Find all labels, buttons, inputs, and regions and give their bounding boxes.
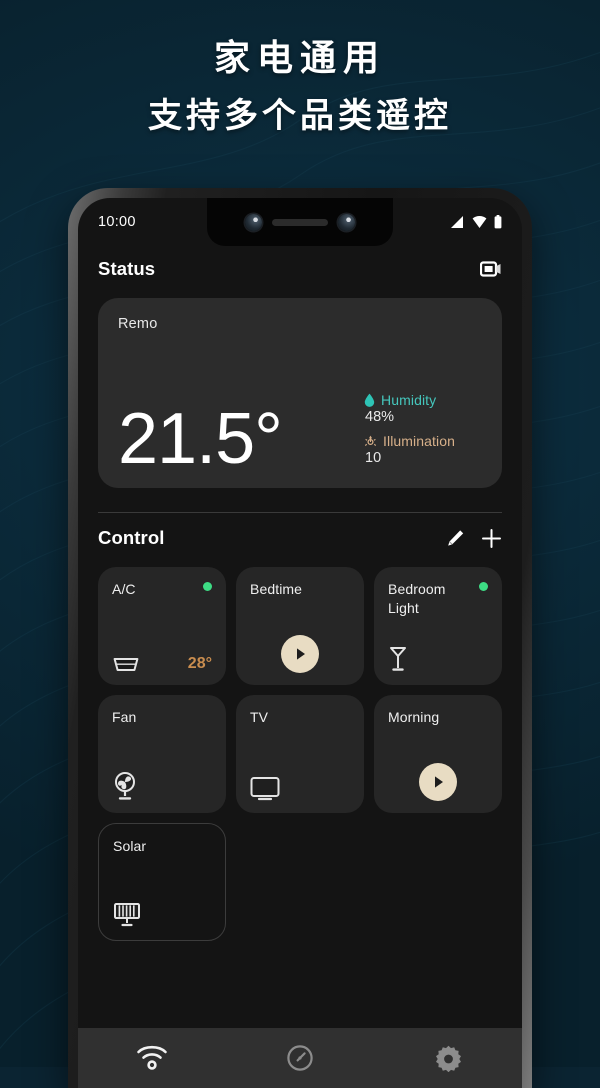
sun-brightness-icon [364, 435, 377, 446]
status-card-metrics: Humidity 48% Illumination 10 [364, 392, 484, 472]
gauge-icon [287, 1045, 313, 1071]
status-dot-on [203, 582, 212, 591]
control-tile-tv[interactable]: TV [236, 695, 364, 813]
control-tile-ac[interactable]: A/C 28° [98, 567, 226, 685]
status-card[interactable]: Remo 21.5° Humidity 48% Illumination 10 [98, 298, 502, 488]
section-divider [98, 512, 502, 513]
battery-icon [494, 215, 502, 229]
system-indicators [450, 215, 502, 229]
wifi-remote-icon [137, 1045, 167, 1070]
control-section-title: Control [98, 527, 165, 548]
control-tile-footer [374, 763, 502, 801]
water-drop-icon [364, 393, 375, 407]
promo-headline-line2: 支持多个品类遥控 [148, 96, 452, 136]
gear-icon [435, 1045, 461, 1072]
control-tile-label: Fan [112, 709, 137, 725]
control-tile-label: A/C [112, 581, 136, 597]
control-tile-label: Bedroom Light [388, 581, 446, 616]
control-tile-label: TV [250, 709, 269, 725]
control-tiles-grid: A/C 28° Bedtime Bedroom Light Fan TV Mor… [98, 567, 502, 941]
control-tile-footer [250, 776, 350, 801]
metric-humidity-label: Humidity [381, 392, 437, 408]
nav-sensor-tab[interactable] [255, 1036, 345, 1080]
control-tile-bedroom-light[interactable]: Bedroom Light [374, 567, 502, 685]
metric-illumination: Illumination 10 [364, 433, 484, 466]
status-section-title: Status [98, 258, 156, 279]
control-tile-temp: 28° [187, 655, 212, 672]
system-status-bar: 10:00 [78, 198, 522, 246]
phone-screen: 10:00 Status Remo 21.5° Humidity 48% Ill… [78, 198, 522, 1088]
metric-illumination-value: 10 [365, 450, 382, 466]
solar-panel-icon [114, 903, 140, 927]
pencil-icon[interactable] [446, 529, 465, 548]
app-content: Status Remo 21.5° Humidity 48% Illuminat… [78, 246, 522, 941]
control-tile-footer [388, 645, 488, 673]
nav-remote-tab[interactable] [107, 1036, 197, 1080]
temperature-value: 21.5° [118, 398, 283, 479]
promo-headline-line1: 家电通用 [213, 38, 386, 79]
remo-device-icon[interactable] [480, 260, 502, 278]
control-tile-label: Morning [388, 709, 440, 725]
fan-icon [115, 772, 135, 800]
signal-icon [451, 215, 463, 228]
metric-humidity-value: 48% [365, 409, 395, 425]
wifi-icon [472, 215, 487, 228]
bottom-navigation-bar [78, 1028, 522, 1088]
metric-humidity-head: Humidity [364, 392, 484, 408]
control-tile-footer: 28° [112, 655, 212, 673]
play-icon[interactable] [419, 763, 457, 801]
status-card-device-name: Remo [118, 316, 158, 332]
plus-icon[interactable] [481, 528, 502, 549]
control-tile-morning[interactable]: Morning [374, 695, 502, 813]
control-tile-label: Bedtime [250, 581, 303, 597]
control-tile-footer [236, 635, 364, 673]
metric-illumination-label: Illumination [383, 433, 456, 449]
control-tile-footer [113, 902, 211, 928]
status-section-header: Status [98, 246, 502, 292]
cocktail-lamp-icon [390, 647, 406, 671]
control-tile-label: Solar [113, 838, 147, 854]
control-tile-solar[interactable]: Solar [98, 823, 226, 941]
metric-humidity: Humidity 48% [364, 392, 484, 425]
nav-settings-tab[interactable] [403, 1036, 493, 1080]
promo-headline: 家电通用 支持多个品类遥控 [0, 34, 600, 140]
control-tile-bedtime[interactable]: Bedtime [236, 567, 364, 685]
control-section-actions [446, 528, 502, 549]
phone-mockup: 10:00 Status Remo 21.5° Humidity 48% Ill… [68, 188, 532, 1088]
status-section-actions [480, 260, 502, 278]
status-card-body: 21.5° Humidity 48% Illumination 10 [118, 392, 484, 479]
system-clock: 10:00 [98, 214, 136, 230]
control-tile-footer [112, 771, 212, 801]
control-tile-fan[interactable]: Fan [98, 695, 226, 813]
control-section-header: Control [98, 515, 502, 561]
play-icon[interactable] [281, 635, 319, 673]
air-conditioner-icon [113, 657, 139, 671]
metric-illumination-head: Illumination [364, 433, 484, 449]
television-icon [250, 777, 280, 801]
status-dot-on [479, 582, 488, 591]
